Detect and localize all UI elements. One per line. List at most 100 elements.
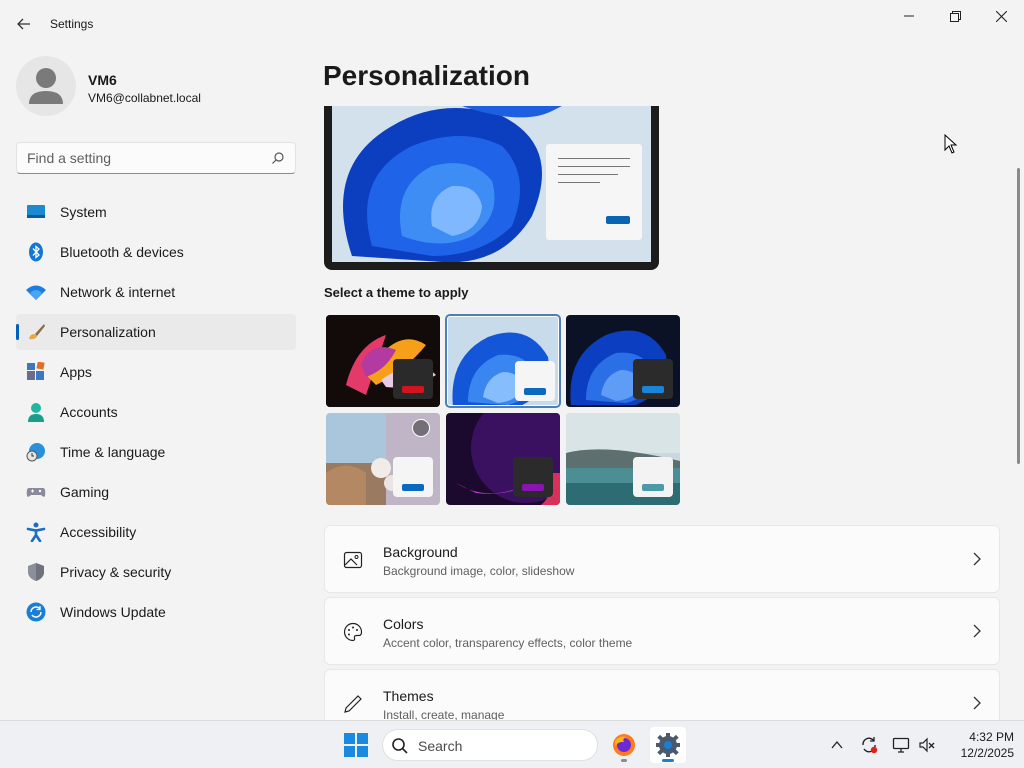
theme-accent-bar xyxy=(642,484,664,491)
volume-muted-icon xyxy=(919,737,935,753)
sidebar-item-label: Windows Update xyxy=(60,604,166,620)
bluetooth-icon xyxy=(29,242,43,262)
sidebar-item-apps[interactable]: Apps xyxy=(16,354,296,390)
card-subtitle: Background image, color, slideshow xyxy=(383,564,575,578)
wifi-icon xyxy=(26,285,46,300)
start-button[interactable] xyxy=(340,731,372,759)
sidebar-item-label: Personalization xyxy=(60,324,156,340)
clock-date: 12/2/2025 xyxy=(960,746,1014,760)
back-button[interactable] xyxy=(10,10,38,38)
sidebar-item-personalization[interactable]: Personalization xyxy=(16,314,296,350)
avatar[interactable] xyxy=(16,56,76,116)
preview-line xyxy=(558,182,600,183)
search-icon xyxy=(272,152,284,164)
theme-tile-captured-motion[interactable] xyxy=(566,413,680,505)
taskbar-search[interactable]: Search xyxy=(382,729,598,761)
taskbar-settings[interactable] xyxy=(650,727,686,763)
sidebar-item-label: Privacy & security xyxy=(60,564,172,580)
theme-tile-windows-dark[interactable] xyxy=(566,315,680,407)
sidebar-item-label: Time & language xyxy=(60,444,166,460)
sidebar-item-label: System xyxy=(60,204,107,220)
theme-accent-bar xyxy=(402,484,424,491)
card-title: Themes xyxy=(383,688,434,704)
image-icon xyxy=(343,551,363,569)
clock-time: 4:32 PM xyxy=(969,730,1014,744)
sidebar: VM6 VM6@collabnet.local System Bluetooth… xyxy=(0,48,310,720)
brush-icon xyxy=(29,324,45,340)
sidebar-item-privacy[interactable]: Privacy & security xyxy=(16,554,296,590)
search-icon xyxy=(392,738,408,754)
back-arrow-icon xyxy=(17,18,30,30)
sidebar-item-network[interactable]: Network & internet xyxy=(16,274,296,310)
background-settings-card[interactable]: Background Background image, color, slid… xyxy=(324,525,1000,593)
apps-icon xyxy=(27,362,45,380)
card-subtitle: Accent color, transparency effects, colo… xyxy=(383,636,633,650)
minimize-icon xyxy=(904,15,914,17)
search-input[interactable] xyxy=(27,150,257,166)
tray-sync[interactable] xyxy=(859,735,879,755)
network-monitor-icon xyxy=(892,737,910,753)
theme-sample-window xyxy=(393,457,433,497)
taskbar-clock[interactable]: 4:32 PM 12/2/2025 xyxy=(944,729,1014,761)
theme-preview xyxy=(324,106,659,270)
sidebar-item-windows-update[interactable]: Windows Update xyxy=(16,594,296,630)
restore-icon xyxy=(949,10,961,22)
scrollbar[interactable] xyxy=(1017,168,1020,464)
show-hidden-icons-button[interactable] xyxy=(827,735,847,755)
user-avatar-icon xyxy=(29,68,63,104)
settings-search[interactable] xyxy=(16,142,296,174)
sidebar-item-label: Gaming xyxy=(60,484,110,500)
theme-accent-bar xyxy=(522,484,544,491)
card-title: Background xyxy=(383,544,458,560)
sidebar-item-system[interactable]: System xyxy=(16,194,296,230)
preview-window xyxy=(546,144,642,240)
sync-alert-icon xyxy=(862,737,878,754)
sidebar-item-gaming[interactable]: Gaming xyxy=(16,474,296,510)
user-name: VM6 xyxy=(88,72,117,88)
main-content: Personalization Select a theme to apply xyxy=(310,48,1024,737)
preview-button xyxy=(606,216,630,224)
sidebar-item-time-language[interactable]: Time & language xyxy=(16,434,296,470)
controller-icon xyxy=(26,488,46,497)
close-button[interactable] xyxy=(978,0,1024,32)
theme-tile-spotlight[interactable] xyxy=(326,413,440,505)
title-bar: Settings xyxy=(0,0,1024,48)
palette-icon xyxy=(343,622,363,642)
theme-heading: Select a theme to apply xyxy=(324,285,469,300)
sidebar-item-accounts[interactable]: Accounts xyxy=(16,394,296,430)
tray-network[interactable] xyxy=(891,735,911,755)
theme-tile-windows-light[interactable] xyxy=(445,314,561,408)
preview-line xyxy=(558,158,630,159)
minimize-button[interactable] xyxy=(886,0,932,32)
theme-accent-bar xyxy=(402,386,424,393)
window-title: Settings xyxy=(50,17,94,31)
taskbar-firefox[interactable] xyxy=(606,727,642,763)
chevron-right-icon xyxy=(973,624,981,638)
sidebar-item-bluetooth[interactable]: Bluetooth & devices xyxy=(16,234,296,270)
sidebar-item-accessibility[interactable]: Accessibility xyxy=(16,514,296,550)
taskbar: Search 4:32 PM 12/2/2025 xyxy=(0,720,1024,768)
theme-sample-window xyxy=(515,361,555,401)
user-email: VM6@collabnet.local xyxy=(88,91,201,105)
sidebar-item-label: Network & internet xyxy=(60,284,176,300)
theme-tile-flower[interactable] xyxy=(326,315,440,407)
theme-accent-bar xyxy=(524,388,546,395)
shield-icon xyxy=(28,563,44,581)
restore-button[interactable] xyxy=(932,0,978,32)
chevron-right-icon xyxy=(973,552,981,566)
globe-clock-icon xyxy=(26,443,45,462)
sidebar-item-label: Apps xyxy=(60,364,92,380)
sidebar-item-label: Accounts xyxy=(60,404,118,420)
theme-sample-window xyxy=(633,359,673,399)
running-indicator xyxy=(621,759,627,762)
tray-volume[interactable] xyxy=(917,735,937,755)
taskbar-search-label: Search xyxy=(418,738,463,754)
sidebar-item-label: Bluetooth & devices xyxy=(60,244,184,260)
theme-sample-window xyxy=(633,457,673,497)
colors-settings-card[interactable]: Colors Accent color, transparency effect… xyxy=(324,597,1000,665)
theme-tile-glow[interactable] xyxy=(446,413,560,505)
sidebar-nav: System Bluetooth & devices Network & int… xyxy=(16,194,296,634)
preview-wallpaper xyxy=(332,106,651,262)
update-icon xyxy=(26,602,46,622)
preview-line xyxy=(558,166,630,167)
